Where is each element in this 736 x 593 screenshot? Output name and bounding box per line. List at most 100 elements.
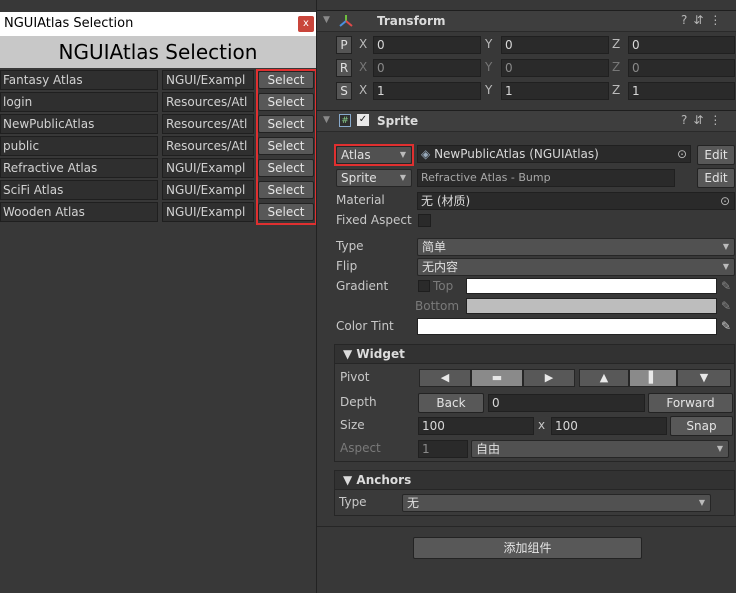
divider [317, 526, 736, 527]
transform-p-x-field[interactable]: 0 [373, 36, 481, 54]
window-titlebar[interactable]: NGUIAtlas Selection x [0, 12, 316, 36]
axis-z-label: Z [612, 83, 621, 97]
anchors-header[interactable]: ▼ Anchors [334, 470, 735, 490]
transform-s-y-field[interactable]: 1 [501, 82, 609, 100]
atlas-object-field[interactable]: ◈ NewPublicAtlas (NGUIAtlas) [417, 145, 691, 163]
chevron-down-icon: ▼ [716, 444, 723, 453]
add-component-button[interactable]: 添加组件 [413, 537, 642, 559]
fixed-aspect-label: Fixed Aspect [336, 213, 412, 227]
gradient-label: Gradient [336, 279, 389, 293]
size-separator: x [538, 418, 546, 432]
enable-checkbox[interactable]: ✓ [357, 114, 369, 126]
widget-header[interactable]: ▼ Widget [334, 344, 735, 364]
atlas-edit-button[interactable]: Edit [697, 145, 735, 165]
sprite-edit-button[interactable]: Edit [697, 168, 735, 188]
aspect-field: 1 [418, 440, 468, 458]
fold-arrow-icon[interactable]: ▼ [323, 115, 330, 125]
pivot-top-button[interactable]: ▲ [579, 369, 629, 387]
snap-button[interactable]: Snap [670, 416, 733, 436]
eyedropper-icon[interactable]: ✎ [721, 279, 731, 293]
transform-r-z-field[interactable]: 0 [628, 59, 735, 77]
pivot-center-h-button[interactable]: ▬ [471, 369, 523, 387]
transform-s-z-field[interactable]: 1 [628, 82, 735, 100]
size-width-field[interactable]: 100 [418, 417, 534, 435]
flip-label: Flip [336, 259, 358, 273]
component-menu-icons[interactable]: ?⇵⋮ [681, 113, 727, 127]
sprite-dropdown-label: Sprite [341, 171, 377, 185]
gradient-bottom-color[interactable] [466, 298, 717, 314]
gradient-top-color[interactable] [466, 278, 717, 294]
flip-dropdown[interactable]: 无内容 ▼ [417, 258, 735, 276]
color-tint-field[interactable] [417, 318, 717, 335]
sprite-header[interactable]: ▼ # ✓ Sprite ?⇵⋮ [317, 110, 736, 132]
transform-s-button[interactable]: S [336, 82, 352, 100]
atlas-selection-window: NGUIAtlas Selection x NGUIAtlas Selectio… [0, 0, 317, 593]
atlas-row-name: NewPublicAtlas [0, 114, 158, 134]
axis-y-label: Y [485, 37, 493, 51]
size-height-field[interactable]: 100 [551, 417, 667, 435]
atlas-row-name: public [0, 136, 158, 156]
axis-y-label: Y [485, 60, 493, 74]
pivot-right-button[interactable]: ▶ [523, 369, 575, 387]
close-button[interactable]: x [298, 16, 314, 32]
transform-r-button[interactable]: R [336, 59, 352, 77]
atlas-object-value: NewPublicAtlas (NGUIAtlas) [434, 147, 599, 161]
atlas-row-path: NGUI/Exampl [162, 70, 254, 90]
transform-s-x-field[interactable]: 1 [373, 82, 481, 100]
eyedropper-icon[interactable]: ✎ [721, 299, 731, 313]
anchors-type-label: Type [339, 495, 367, 509]
pivot-bottom-button[interactable]: ▼ [677, 369, 731, 387]
sprite-value-field[interactable]: Refractive Atlas - Bump [417, 169, 675, 187]
fixed-aspect-checkbox[interactable] [418, 214, 431, 227]
inspector-panel: ▼ Transform ?⇵⋮ PX0Y0Z0RX0Y0Z0SX1Y1Z1 ▼ … [316, 0, 736, 593]
type-label: Type [336, 239, 364, 253]
type-dropdown[interactable]: 简单 ▼ [417, 238, 735, 256]
component-menu-icons[interactable]: ?⇵⋮ [681, 13, 727, 27]
widget-title: Widget [356, 347, 405, 361]
transform-icon [339, 15, 353, 27]
depth-field[interactable]: 0 [488, 394, 645, 412]
atlas-object-icon: ◈ [421, 147, 431, 161]
material-field[interactable]: 无 (材质) ⊙ [417, 192, 735, 210]
atlas-row-name: SciFi Atlas [0, 180, 158, 200]
color-tint-label: Color Tint [336, 319, 394, 333]
pivot-left-button[interactable]: ◀ [419, 369, 471, 387]
script-icon: # [339, 114, 351, 127]
anchors-type-value: 无 [407, 496, 420, 510]
fold-arrow-icon[interactable]: ▼ [343, 473, 352, 487]
selection-heading: NGUIAtlas Selection [0, 36, 316, 68]
transform-r-y-field[interactable]: 0 [501, 59, 609, 77]
axis-z-label: Z [612, 37, 621, 51]
atlas-row-path: NGUI/Exampl [162, 158, 254, 178]
pivot-middle-v-button[interactable]: ▌ [629, 369, 677, 387]
transform-p-button[interactable]: P [336, 36, 352, 54]
aspect-mode-dropdown[interactable]: 自由 ▼ [471, 440, 729, 458]
pivot-label: Pivot [340, 370, 370, 384]
eyedropper-icon[interactable]: ✎ [721, 319, 731, 333]
material-value: 无 (材质) [421, 194, 471, 208]
material-label: Material [336, 193, 385, 207]
transform-p-z-field[interactable]: 0 [628, 36, 735, 54]
depth-label: Depth [340, 395, 377, 409]
anchors-type-dropdown[interactable]: 无 ▼ [402, 494, 711, 512]
transform-p-y-field[interactable]: 0 [501, 36, 609, 54]
gradient-checkbox[interactable] [418, 280, 430, 292]
object-picker-icon[interactable]: ⊙ [677, 147, 687, 161]
transform-header[interactable]: ▼ Transform ?⇵⋮ [317, 10, 736, 32]
select-buttons-highlight [256, 69, 317, 225]
gradient-top-label: Top [433, 279, 454, 293]
axis-y-label: Y [485, 83, 493, 97]
depth-back-button[interactable]: Back [418, 393, 484, 413]
aspect-mode-value: 自由 [476, 442, 501, 456]
atlas-row-name: login [0, 92, 158, 112]
size-label: Size [340, 418, 365, 432]
transform-r-x-field[interactable]: 0 [373, 59, 481, 77]
sprite-dropdown[interactable]: Sprite ▼ [336, 169, 412, 187]
sprite-title: Sprite [377, 114, 419, 128]
fold-arrow-icon[interactable]: ▼ [343, 347, 352, 361]
chevron-down-icon: ▼ [399, 173, 406, 182]
fold-arrow-icon[interactable]: ▼ [323, 15, 330, 25]
object-picker-icon[interactable]: ⊙ [720, 193, 730, 209]
atlas-row-path: Resources/Atl [162, 114, 254, 134]
depth-forward-button[interactable]: Forward [648, 393, 733, 413]
